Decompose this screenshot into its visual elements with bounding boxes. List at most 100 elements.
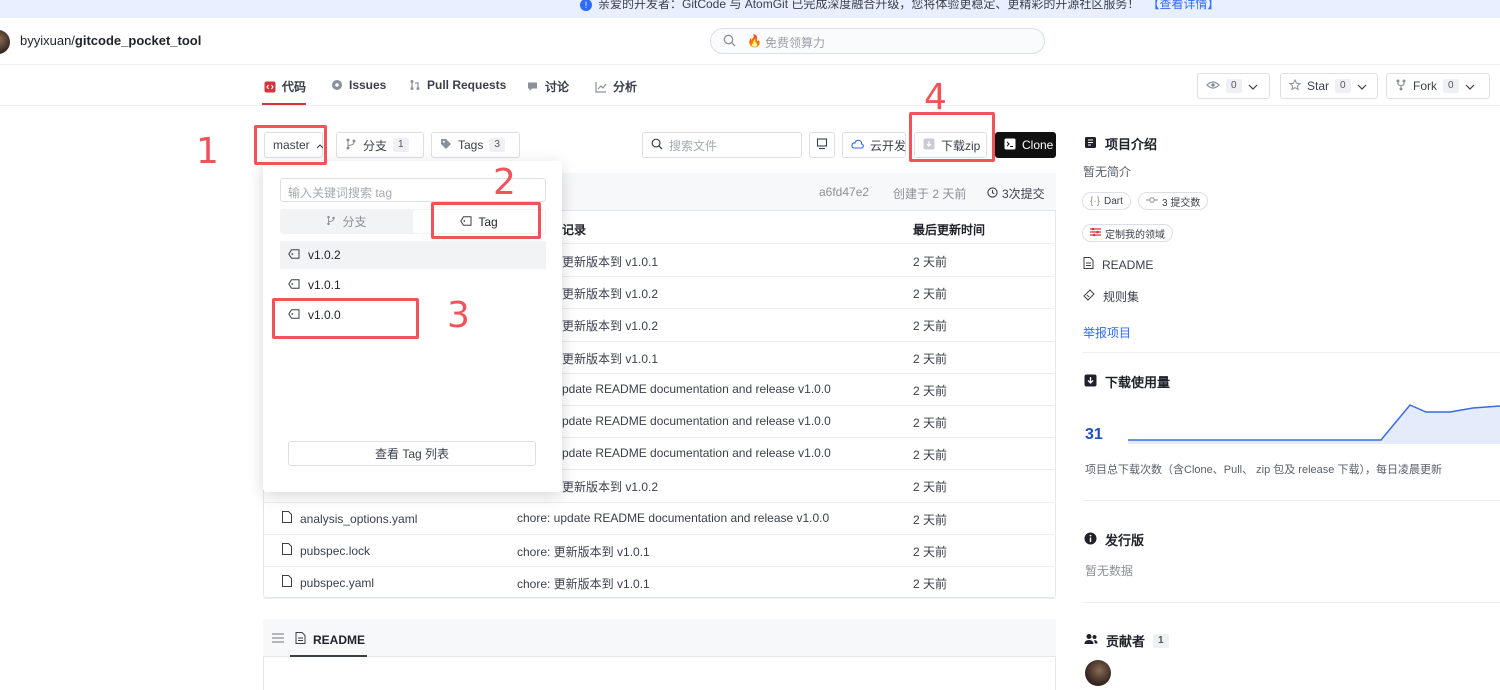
commits-count: 3次提交 [1002, 187, 1045, 201]
search-icon [651, 138, 663, 153]
clone-button[interactable]: Clone [995, 132, 1056, 158]
readme-tab[interactable]: README [295, 632, 365, 647]
sidebar-divider [1083, 602, 1500, 603]
updated-time: 2 天前 [913, 480, 948, 494]
cloud-icon [851, 138, 864, 152]
tag-item[interactable]: v1.0.2 [280, 241, 546, 269]
repo-path[interactable]: byyixuan/gitcode_pocket_tool [20, 33, 201, 48]
watch-count: 0 [1226, 79, 1242, 93]
updated-time: 2 天前 [913, 448, 948, 462]
repo-name[interactable]: gitcode_pocket_tool [75, 33, 201, 48]
commit-message-link[interactable]: 更新版本到 v1.0.2 [562, 317, 658, 334]
tag-item-label: v1.0.2 [308, 248, 341, 262]
contributors-count: 1 [1153, 633, 1169, 648]
language-chip-label: Dart [1104, 195, 1123, 207]
issue-icon [331, 79, 343, 91]
commit-message-link[interactable]: 更新版本到 v1.0.1 [562, 253, 658, 270]
download-icon [1084, 374, 1097, 390]
releases-title-text: 发行版 [1105, 533, 1145, 548]
commit-message-link[interactable]: pdate README documentation and release v… [562, 382, 831, 396]
commit-message-link[interactable]: 更新版本到 v1.0.2 [562, 478, 658, 495]
tab-discussion-label: 讨论 [545, 80, 570, 94]
users-icon [1084, 633, 1098, 648]
tags-button[interactable]: Tags 3 [431, 132, 520, 158]
star-button[interactable]: Star 0 [1280, 73, 1378, 99]
contributors-title-text: 贡献者 [1106, 634, 1146, 649]
annotation-number-3: 3 [447, 295, 470, 336]
repo-owner[interactable]: byyixuan/ [20, 33, 75, 48]
commits-count-link[interactable]: 3次提交 [987, 185, 1045, 202]
global-search-input[interactable]: 🔥 免费领算力 [710, 28, 1045, 54]
rules-link[interactable]: 规则集 [1083, 288, 1139, 305]
branch-icon [326, 215, 336, 229]
file-icon [282, 511, 292, 526]
commits-chip[interactable]: 3 提交数 [1138, 192, 1209, 210]
report-link[interactable]: 举报项目 [1083, 324, 1131, 341]
outline-icon[interactable] [272, 632, 284, 646]
analysis-icon [595, 81, 607, 93]
commit-message-link[interactable]: pdate README documentation and release v… [562, 446, 831, 460]
project-intro-text: 暂无简介 [1083, 165, 1132, 179]
contributor-avatar[interactable] [1085, 660, 1111, 686]
document-icon [1083, 257, 1094, 272]
commit-message-link[interactable]: 更新版本到 v1.0.2 [562, 285, 658, 302]
row-divider [263, 566, 1056, 567]
fork-button[interactable]: Fork 0 [1386, 73, 1490, 99]
updated-time: 2 天前 [913, 577, 948, 591]
star-count: 0 [1335, 79, 1351, 93]
dropdown-tab-branches-label: 分支 [342, 215, 367, 229]
tab-issues-label: Issues [349, 78, 387, 92]
branches-label: 分支 [363, 138, 388, 153]
commit-message-link[interactable]: chore: update README documentation and r… [517, 511, 829, 525]
commit-message-link[interactable]: chore: 更新版本到 v1.0.1 [517, 543, 650, 560]
tag-item[interactable]: v1.0.1 [280, 271, 546, 299]
tag-icon [440, 138, 452, 153]
readme-link-label: README [1102, 257, 1154, 272]
watch-button[interactable]: 0 [1197, 73, 1270, 99]
branches-button[interactable]: 分支 1 [336, 132, 424, 158]
tab-issues[interactable]: Issues [331, 78, 386, 92]
cloud-dev-button[interactable]: 云开发 [842, 132, 906, 158]
file-name-link[interactable]: pubspec.yaml [282, 575, 374, 590]
file-name-link[interactable]: pubspec.lock [282, 543, 370, 558]
code-braces-icon: {·} [1090, 195, 1101, 207]
releases-title: 发行版 [1084, 530, 1144, 549]
commit-message-link[interactable]: chore: 更新版本到 v1.0.1 [517, 575, 650, 592]
user-avatar[interactable] [0, 30, 10, 54]
releases-text: 暂无数据 [1085, 564, 1134, 578]
desktop-button[interactable] [809, 132, 835, 158]
commit-created: 创建于 2 天前 [893, 187, 967, 201]
downloads-title-text: 下载使用量 [1105, 375, 1171, 390]
banner-link[interactable]: 【查看详情】 [1147, 0, 1219, 11]
tab-pull-requests[interactable]: Pull Requests [409, 78, 506, 92]
tab-code[interactable]: 代码 [264, 78, 306, 95]
annotation-number-4: 4 [924, 77, 947, 118]
row-divider [263, 534, 1056, 535]
domain-chip-label: 定制我的领域 [1105, 229, 1165, 241]
info-icon: ! [580, 0, 592, 11]
clock-icon [987, 186, 998, 201]
commit-message-link[interactable]: 更新版本到 v1.0.1 [562, 350, 658, 367]
readme-link[interactable]: README [1083, 257, 1153, 272]
terminal-icon [1004, 138, 1016, 153]
file-name-label: pubspec.yaml [300, 575, 375, 590]
tab-discussion[interactable]: 讨论 [527, 78, 569, 95]
sparkline-area [1128, 405, 1500, 444]
tabs-divider [0, 105, 1500, 106]
dropdown-tab-branches[interactable]: 分支 [280, 209, 413, 234]
view-tag-list-button[interactable]: 查看 Tag 列表 [288, 441, 536, 466]
tab-analysis-label: 分析 [613, 80, 638, 94]
sidebar-divider [1083, 500, 1500, 501]
commit-hash[interactable]: a6fd47e2 [819, 185, 869, 199]
tab-analysis[interactable]: 分析 [595, 78, 637, 95]
commit-message-link[interactable]: pdate README documentation and release v… [562, 414, 831, 428]
annotation-box-1 [254, 125, 327, 165]
annotation-box-3 [272, 298, 419, 339]
tags-label: Tags [458, 138, 484, 152]
domain-chip[interactable]: 定制我的领域 [1082, 224, 1173, 242]
language-chip[interactable]: {·} Dart [1082, 192, 1131, 210]
tag-icon [288, 248, 300, 262]
file-search-input[interactable]: 搜索文件 [642, 132, 802, 158]
file-name-link[interactable]: analysis_options.yaml [282, 511, 417, 526]
downloads-title: 下载使用量 [1084, 372, 1170, 391]
